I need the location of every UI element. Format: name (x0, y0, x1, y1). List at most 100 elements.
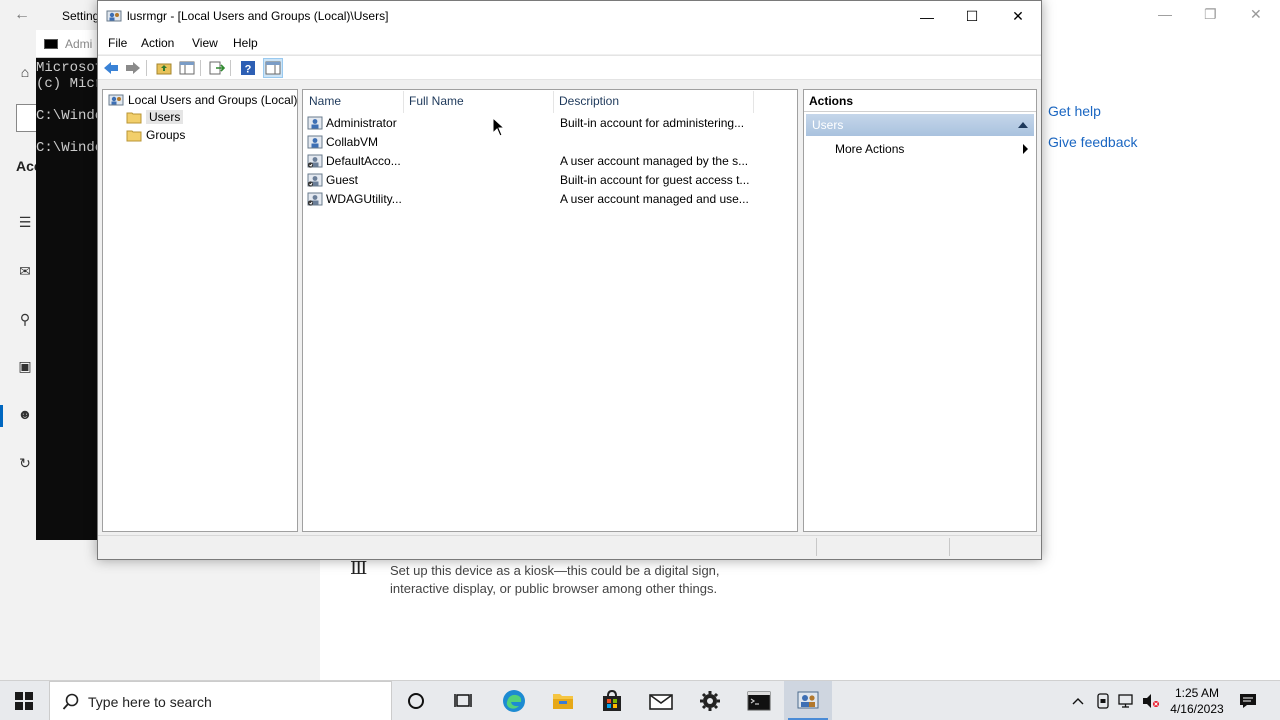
edge-button[interactable] (490, 681, 538, 720)
tree-root-label: Local Users and Groups (Local) (128, 93, 298, 107)
mail-button[interactable] (637, 681, 685, 720)
cmd-title: Admi (65, 37, 93, 51)
volume-tray-button[interactable] (1140, 681, 1162, 720)
menu-view[interactable]: View (192, 36, 218, 50)
window-titlebar[interactable]: lusrmgr - [Local Users and Groups (Local… (98, 1, 1041, 32)
close-icon[interactable]: ✕ (1250, 6, 1262, 23)
taskbar: Type here to search 1:25 AM 4/16/2023 (0, 680, 1280, 720)
cortana-icon (408, 693, 424, 709)
account-info-icon[interactable]: ☰ (16, 214, 34, 231)
table-row[interactable]: CollabVM (307, 133, 787, 151)
nav-selection-marker (0, 405, 3, 427)
tree-item-users[interactable]: Users (126, 108, 184, 126)
users-app-icon (106, 10, 122, 22)
file-explorer-button[interactable] (539, 681, 587, 720)
terminal-icon (747, 691, 771, 711)
user-name: Guest (326, 173, 359, 187)
action-pane-icon (265, 61, 281, 75)
folder-icon (126, 112, 142, 124)
person-add-icon[interactable]: ☻ (16, 406, 34, 422)
mail-icon[interactable]: ✉ (16, 263, 34, 280)
close-button[interactable]: ✕ (995, 1, 1041, 32)
get-help-link[interactable]: Get help (1048, 103, 1101, 119)
notifications-button[interactable] (1236, 681, 1260, 720)
menu-action[interactable]: Action (141, 36, 174, 50)
tree-item-groups-label: Groups (146, 128, 186, 142)
notification-icon (1240, 694, 1256, 708)
home-icon[interactable]: ⌂ (16, 64, 34, 80)
table-row[interactable]: Guest Built-in account for guest access … (307, 171, 787, 189)
submenu-arrow-icon (1023, 144, 1028, 154)
show-hide-console-tree-button[interactable] (178, 59, 196, 77)
clock-time: 1:25 AM (1174, 686, 1220, 700)
lusrmgr-taskbar-button[interactable] (784, 681, 832, 720)
export-list-button[interactable] (208, 59, 226, 77)
back-button[interactable] (102, 59, 120, 77)
maximize-button[interactable]: ☐ (949, 1, 995, 32)
user-name: Administrator (326, 116, 397, 130)
column-divider[interactable] (753, 91, 754, 113)
user-description: A user account managed and use... (560, 192, 749, 206)
menu-bar: File Action View Help (98, 32, 1041, 54)
column-divider[interactable] (553, 91, 554, 113)
show-hidden-icons-button[interactable] (1068, 681, 1088, 720)
users-groups-icon (108, 94, 124, 106)
column-header-description[interactable]: Description (559, 94, 619, 108)
edge-icon (503, 690, 525, 712)
column-header-full-name[interactable]: Full Name (409, 94, 464, 108)
back-arrow-icon[interactable]: ← (14, 6, 30, 24)
network-tray-button[interactable] (1116, 681, 1138, 720)
device-tray-button[interactable] (1093, 681, 1113, 720)
toolbar-separator (230, 60, 231, 76)
table-row[interactable]: Administrator Built-in account for admin… (307, 114, 787, 132)
actions-group-users[interactable]: Users (806, 114, 1034, 136)
task-view-button[interactable] (440, 681, 488, 720)
tree-item-groups[interactable]: Groups (126, 126, 185, 144)
key-icon[interactable]: ⚲ (16, 311, 34, 328)
clock[interactable]: 1:25 AM 4/16/2023 (1162, 685, 1232, 717)
user-name: WDAGUtility... (326, 192, 402, 206)
command-prompt-taskbar-button[interactable] (735, 681, 783, 720)
actions-group-label: Users (812, 118, 844, 132)
give-feedback-link[interactable]: Give feedback (1048, 134, 1138, 150)
tree-root-item[interactable]: Local Users and Groups (Local) (108, 91, 297, 109)
device-icon (1097, 693, 1109, 709)
forward-arrow-icon (126, 62, 140, 74)
actions-header: Actions (804, 90, 1036, 112)
settings-button[interactable] (686, 681, 734, 720)
lusrmgr-window: lusrmgr - [Local Users and Groups (Local… (97, 0, 1042, 560)
help-button[interactable]: ? (239, 59, 257, 77)
show-hide-action-pane-button[interactable] (263, 58, 283, 78)
disabled-user-icon (307, 154, 323, 168)
minimize-icon: — (920, 8, 934, 25)
column-divider[interactable] (403, 91, 404, 113)
menu-file[interactable]: File (108, 36, 127, 50)
taskbar-search-box[interactable]: Type here to search (49, 681, 392, 720)
actions-pane: Actions Users More Actions (803, 89, 1037, 532)
store-button[interactable] (588, 681, 636, 720)
windows-logo-icon (15, 692, 33, 710)
briefcase-icon[interactable]: ▣ (16, 358, 34, 375)
user-name: CollabVM (326, 135, 379, 149)
forward-button[interactable] (124, 59, 142, 77)
window-title: lusrmgr - [Local Users and Groups (Local… (127, 9, 389, 23)
restore-icon[interactable]: ❐ (1204, 6, 1217, 23)
user-description: Built-in account for guest access t... (560, 173, 750, 187)
up-level-button[interactable] (155, 59, 173, 77)
menu-help[interactable]: Help (233, 36, 258, 50)
cortana-button[interactable] (392, 681, 440, 720)
sync-icon[interactable]: ↻ (16, 455, 34, 472)
minimize-icon[interactable]: — (1158, 6, 1172, 22)
folder-icon (553, 694, 573, 709)
start-button[interactable] (0, 681, 48, 720)
volume-muted-icon (1143, 694, 1159, 708)
table-row[interactable]: DefaultAcco... A user account managed by… (307, 152, 787, 170)
table-row[interactable]: WDAGUtility... A user account managed an… (307, 190, 787, 208)
search-icon (62, 693, 79, 710)
mouse-cursor-icon (492, 117, 506, 137)
column-header-name[interactable]: Name (309, 94, 341, 108)
more-actions-item[interactable]: More Actions (835, 142, 904, 156)
user-icon (307, 116, 323, 130)
collapse-icon[interactable] (1018, 122, 1028, 128)
minimize-button[interactable]: — (904, 1, 950, 32)
